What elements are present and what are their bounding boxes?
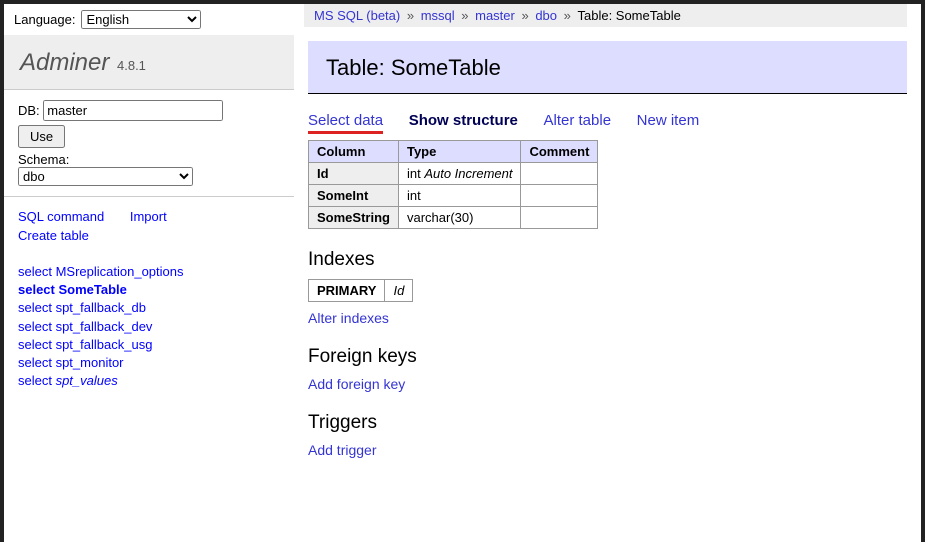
col-type: int Auto Increment (398, 163, 521, 185)
col-comment (521, 163, 598, 185)
main-content: MS SQL (beta) » mssql » master » dbo » T… (294, 4, 921, 542)
table-row: SomeStringvarchar(30) (309, 207, 598, 229)
table-link[interactable]: select spt_fallback_db (18, 299, 280, 317)
breadcrumb: MS SQL (beta) » mssql » master » dbo » T… (304, 4, 907, 27)
logo-block: Adminer 4.8.1 (4, 35, 294, 90)
use-button[interactable] (18, 125, 65, 148)
db-input[interactable] (43, 100, 223, 121)
sidebar-links: SQL command Import (4, 197, 294, 228)
breadcrumb-sep: » (403, 8, 417, 23)
breadcrumb-current: Table: SomeTable (577, 8, 680, 23)
col-type: int (398, 185, 521, 207)
triggers-heading: Triggers (308, 412, 907, 434)
col-name: SomeString (309, 207, 399, 229)
columns-table: Column Type Comment Idint Auto Increment… (308, 140, 598, 229)
import-link[interactable]: Import (130, 209, 167, 224)
schema-select[interactable]: dbo (18, 167, 193, 186)
page-title: Table: SomeTable (308, 41, 907, 94)
indexes-heading: Indexes (308, 249, 907, 271)
fk-heading: Foreign keys (308, 346, 907, 368)
app-version: 4.8.1 (113, 58, 146, 73)
col-name: Id (309, 163, 399, 185)
col-name: SomeInt (309, 185, 399, 207)
language-row: Language: English (4, 4, 294, 35)
language-label: Language: (14, 12, 75, 27)
add-fk-link[interactable]: Add foreign key (308, 376, 405, 392)
sql-command-link[interactable]: SQL command (18, 209, 104, 224)
col-header-type: Type (398, 141, 521, 163)
table-link[interactable]: select SomeTable (18, 281, 280, 299)
breadcrumb-link[interactable]: dbo (535, 8, 557, 23)
table-link[interactable]: select spt_fallback_usg (18, 336, 280, 354)
tabs: Select data Show structure Alter table N… (308, 112, 907, 134)
indexes-table: PRIMARY Id (308, 279, 413, 302)
col-header-comment: Comment (521, 141, 598, 163)
tab-alter-table[interactable]: Alter table (544, 112, 612, 129)
breadcrumb-link[interactable]: mssql (421, 8, 455, 23)
alter-indexes-link[interactable]: Alter indexes (308, 310, 389, 326)
breadcrumb-sep: » (458, 8, 472, 23)
language-select[interactable]: English (81, 10, 201, 29)
table-link[interactable]: select spt_fallback_dev (18, 318, 280, 336)
tab-select-data[interactable]: Select data (308, 112, 383, 134)
tab-new-item[interactable]: New item (637, 112, 700, 129)
col-type: varchar(30) (398, 207, 521, 229)
create-table-link[interactable]: Create table (18, 228, 89, 243)
table-row: SomeIntint (309, 185, 598, 207)
schema-block: Schema: dbo (4, 152, 294, 197)
col-header-column: Column (309, 141, 399, 163)
breadcrumb-sep: » (560, 8, 574, 23)
tab-show-structure[interactable]: Show structure (409, 112, 518, 129)
table-row: Idint Auto Increment (309, 163, 598, 185)
index-type: PRIMARY (309, 280, 385, 302)
col-comment (521, 185, 598, 207)
app-title: Adminer 4.8.1 (20, 49, 278, 77)
db-block: DB: (4, 90, 294, 152)
schema-label: Schema: (18, 152, 69, 167)
table-link[interactable]: select spt_monitor (18, 354, 280, 372)
table-link[interactable]: select MSreplication_options (18, 263, 280, 281)
breadcrumb-link[interactable]: MS SQL (beta) (314, 8, 400, 23)
table-link[interactable]: select spt_values (18, 372, 280, 390)
index-col: Id (385, 280, 413, 302)
add-trigger-link[interactable]: Add trigger (308, 442, 376, 458)
db-label: DB: (18, 103, 40, 118)
breadcrumb-link[interactable]: master (475, 8, 515, 23)
breadcrumb-sep: » (518, 8, 532, 23)
table-list: select MSreplication_optionsselect SomeT… (4, 257, 294, 396)
col-comment (521, 207, 598, 229)
